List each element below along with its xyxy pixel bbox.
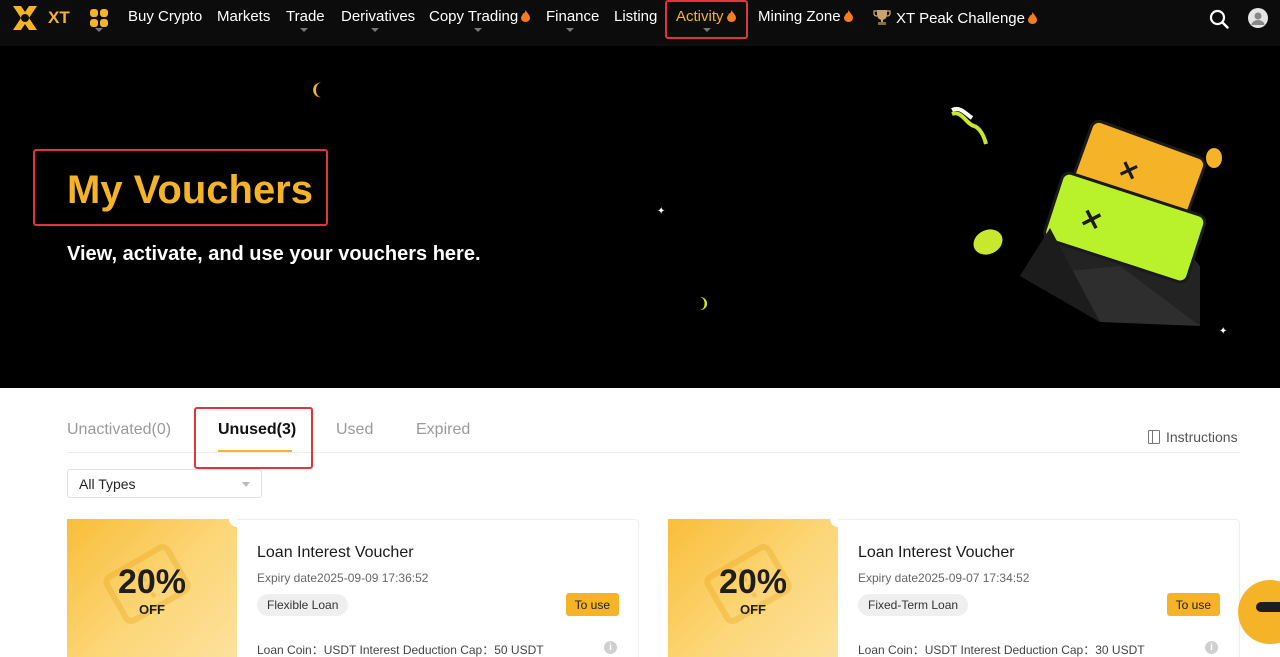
info-icon[interactable]: i	[604, 641, 617, 654]
voucher-detail: Loan Coin：USDT Interest Deduction Cap：50…	[257, 643, 544, 657]
to-use-button[interactable]: To use	[1166, 593, 1220, 616]
tab-used[interactable]: Used	[336, 421, 373, 439]
fire-icon	[521, 10, 531, 22]
discount-value: 20%	[718, 563, 788, 601]
chevron-down-icon	[474, 28, 482, 32]
confetti-icon: ❩	[698, 295, 710, 311]
voucher-type-tag: Flexible Loan	[257, 594, 349, 616]
voucher-details: Loan Interest Voucher Expiry date2025-09…	[237, 519, 639, 657]
voucher-detail: Loan Coin：USDT Interest Deduction Cap：30…	[858, 643, 1145, 657]
nav-item-buy-crypto[interactable]: Buy Crypto	[128, 8, 202, 26]
book-icon	[1148, 430, 1160, 444]
info-icon[interactable]: i	[1205, 641, 1218, 654]
voucher-expiry: Expiry date2025-09-09 17:36:52	[257, 571, 429, 585]
voucher-envelope-illustration: ✕ ✕	[951, 107, 1222, 326]
user-icon[interactable]	[1248, 8, 1268, 28]
discount-off-label: OFF	[139, 602, 165, 617]
highlight-box	[665, 0, 748, 39]
logo[interactable]: XT	[10, 3, 72, 33]
hero-banner: ❨ ✦ ❩ ✦ My Vouchers View, activate, and …	[0, 46, 1280, 388]
voucher-expiry: Expiry date2025-09-07 17:34:52	[858, 571, 1030, 585]
voucher-discount-panel: 20% OFF	[67, 519, 237, 657]
chevron-down-icon	[371, 28, 379, 32]
nav-item-label: Copy Trading	[429, 8, 519, 25]
nav-item-copy-trading[interactable]: Copy Trading	[429, 8, 531, 26]
nav-item-label: Mining Zone	[758, 8, 841, 25]
instructions-link[interactable]: Instructions	[1148, 429, 1238, 445]
chevron-down-icon	[95, 28, 103, 32]
voucher-name: Loan Interest Voucher	[858, 544, 1015, 561]
voucher-type-tag: Fixed-Term Loan	[858, 594, 969, 616]
to-use-button[interactable]: To use	[565, 593, 619, 616]
chat-icon	[1256, 602, 1280, 612]
page-title: My Vouchers	[67, 168, 313, 212]
chevron-down-icon	[566, 28, 574, 32]
fire-icon	[1027, 12, 1037, 24]
xt-logo-icon	[13, 6, 37, 30]
search-icon[interactable]	[1209, 9, 1229, 29]
nav-item-mining-zone[interactable]: Mining Zone	[758, 8, 853, 26]
support-chat-button[interactable]	[1238, 580, 1280, 644]
nav-item-derivatives[interactable]: Derivatives	[341, 8, 415, 26]
voucher-card: 20% OFF Loan Interest Voucher Expiry dat…	[67, 511, 639, 657]
instructions-label: Instructions	[1166, 429, 1238, 445]
discount-off-label: OFF	[740, 602, 766, 617]
trophy-icon	[873, 10, 891, 25]
voucher-name: Loan Interest Voucher	[257, 544, 414, 561]
nav-item-finance[interactable]: Finance	[546, 8, 599, 26]
nav-item-markets[interactable]: Markets	[217, 8, 270, 26]
nav-item-label: XT Peak Challenge	[896, 10, 1025, 27]
tab-unactivated[interactable]: Unactivated(0)	[67, 421, 171, 439]
sparkle-icon: ✦	[657, 206, 666, 217]
voucher-details: Loan Interest Voucher Expiry date2025-09…	[838, 519, 1240, 657]
logo-text: XT	[48, 8, 70, 27]
confetti-icon: ❨	[310, 82, 324, 99]
highlight-box	[194, 407, 313, 469]
fire-icon	[843, 10, 853, 22]
nav-item-listing[interactable]: Listing	[614, 8, 657, 26]
tab-expired[interactable]: Expired	[416, 421, 470, 439]
chevron-down-icon	[300, 28, 308, 32]
top-nav: XT Buy Crypto Markets Trade Derivatives …	[0, 0, 1280, 46]
voucher-type-value: All Types	[79, 476, 136, 492]
apps-grid-icon[interactable]	[90, 9, 108, 27]
voucher-type-select[interactable]: All Types	[67, 469, 262, 498]
page-subtitle: View, activate, and use your vouchers he…	[67, 243, 481, 265]
nav-item-trade[interactable]: Trade	[286, 8, 325, 26]
voucher-card: 20% OFF Loan Interest Voucher Expiry dat…	[668, 511, 1240, 657]
chevron-down-icon	[242, 482, 250, 487]
nav-item-peak-challenge[interactable]: XT Peak Challenge	[873, 8, 1037, 28]
voucher-discount-panel: 20% OFF	[668, 519, 838, 657]
discount-value: 20%	[117, 563, 187, 601]
